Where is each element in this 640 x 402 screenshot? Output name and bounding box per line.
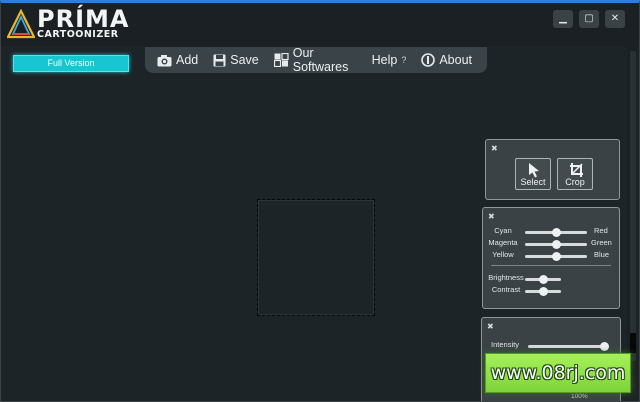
crop-icon: [570, 163, 583, 177]
watermark-text: www.08rj.com: [490, 362, 626, 384]
brightness-slider[interactable]: [525, 275, 561, 284]
select-tool-button[interactable]: Select: [515, 158, 551, 190]
crop-tool-button[interactable]: Crop: [557, 158, 593, 190]
about-label: About: [439, 53, 472, 67]
main-toolbar: Add Save Our Softwares Help ? About: [145, 46, 487, 74]
about-button[interactable]: About: [421, 53, 472, 67]
window-controls: ▁ ▢ ✕: [553, 10, 625, 28]
slider-knob[interactable]: [551, 240, 561, 249]
slider-left-label: Magenta: [488, 238, 518, 247]
add-button[interactable]: Add: [157, 53, 198, 67]
slider-knob[interactable]: [538, 275, 548, 284]
yellow-blue-slider[interactable]: [525, 252, 587, 261]
slider-knob[interactable]: [551, 252, 561, 261]
app-logo: PRÍMA CARTOONIZER: [7, 7, 128, 45]
slider-left-label: Cyan: [494, 226, 512, 235]
slider-right-label: Red: [594, 226, 608, 235]
prism-logo-icon: [7, 9, 35, 39]
color-adjust-panel: ✖ Cyan Red Magenta Green Yellow Blue Bri…: [482, 207, 620, 309]
help-label: Help: [371, 53, 398, 67]
contrast-slider-row: Contrast: [483, 285, 621, 297]
intensity-label: Intensity: [491, 340, 519, 349]
title-bar: PRÍMA CARTOONIZER ▁ ▢ ✕: [1, 3, 639, 47]
cyan-red-slider-row: Cyan Red: [483, 226, 621, 238]
scrollbar-thumb[interactable]: [630, 51, 636, 361]
our-softwares-button[interactable]: Our Softwares: [273, 46, 357, 74]
zoom-bar: 100%: [487, 393, 617, 401]
pin-icon[interactable]: ✖: [487, 322, 494, 331]
software-icon: [273, 53, 289, 67]
image-canvas-placeholder[interactable]: [257, 199, 375, 316]
floppy-disk-icon: [213, 54, 226, 67]
slider-knob[interactable]: [551, 228, 561, 237]
scrollbar-end: [630, 333, 636, 353]
zoom-level: 100%: [571, 393, 588, 400]
intensity-slider-row: Intensity: [482, 340, 622, 352]
brightness-slider-row: Brightness: [483, 273, 621, 285]
magenta-green-slider-row: Magenta Green: [483, 238, 621, 250]
watermark-overlay: www.08rj.com: [485, 353, 631, 393]
pin-icon[interactable]: ✖: [488, 212, 495, 221]
slider-knob[interactable]: [538, 287, 548, 296]
save-label: Save: [230, 53, 259, 67]
magenta-green-slider[interactable]: [525, 240, 587, 249]
info-icon: [421, 53, 436, 67]
slider-left-label: Yellow: [492, 250, 514, 259]
camera-icon: [157, 54, 172, 67]
full-version-button[interactable]: Full Version: [13, 55, 129, 72]
slider-right-label: Blue: [594, 250, 610, 259]
our-softwares-label: Our Softwares: [292, 46, 349, 74]
brand-name: PRÍMA: [37, 5, 130, 33]
close-button[interactable]: ✕: [605, 10, 625, 28]
slider-knob[interactable]: [599, 342, 609, 351]
cursor-icon: [529, 163, 539, 178]
contrast-slider[interactable]: [525, 287, 561, 296]
maximize-button[interactable]: ▢: [579, 10, 599, 28]
cyan-red-slider[interactable]: [525, 228, 587, 237]
tools-panel: ✖ Select Crop: [485, 139, 620, 200]
minimize-button[interactable]: ▁: [553, 10, 573, 28]
select-label: Select: [520, 177, 546, 187]
brand-subtitle: CARTOONIZER: [37, 29, 119, 40]
app-window: PRÍMA CARTOONIZER ▁ ▢ ✕ Full Version Add…: [0, 0, 640, 402]
yellow-blue-slider-row: Yellow Blue: [483, 250, 621, 262]
save-button[interactable]: Save: [213, 53, 259, 67]
pin-icon[interactable]: ✖: [491, 144, 498, 153]
brightness-label: Brightness: [488, 273, 524, 282]
help-button[interactable]: Help ?: [372, 53, 407, 67]
contrast-label: Contrast: [491, 285, 521, 294]
slider-right-label: Green: [591, 238, 612, 247]
intensity-slider[interactable]: [528, 342, 609, 351]
add-label: Add: [176, 53, 199, 67]
divider: [491, 265, 611, 266]
crop-label: Crop: [565, 177, 585, 187]
help-hint: ?: [401, 55, 407, 65]
